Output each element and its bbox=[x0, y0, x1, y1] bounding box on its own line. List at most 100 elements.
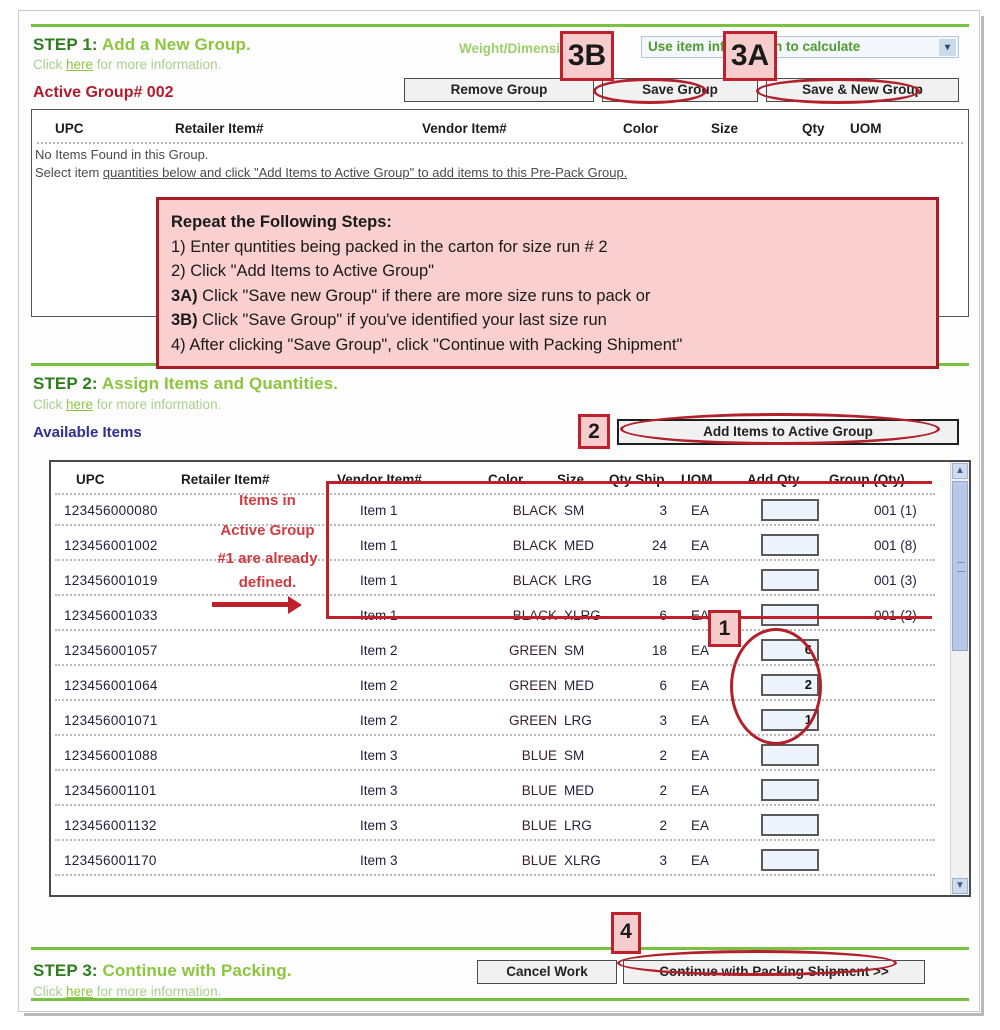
weight-dimensions-select[interactable]: Use item information to calculate ▾ bbox=[641, 36, 959, 58]
step1-sub-prefix: Click bbox=[33, 57, 66, 72]
annotation-note-line-4: defined. bbox=[238, 574, 297, 591]
cell-qty-ship: 6 bbox=[659, 678, 667, 693]
annotation-ellipse-continue bbox=[617, 950, 897, 976]
row-separator bbox=[55, 804, 935, 806]
cell-qty-ship: 3 bbox=[659, 853, 667, 868]
row-separator bbox=[55, 839, 935, 841]
available-items-label: Available Items bbox=[33, 424, 142, 441]
step3-help-link[interactable]: here bbox=[66, 984, 93, 999]
cell-upc: 123456000080 bbox=[64, 503, 158, 518]
step2-sub-suffix: for more information. bbox=[93, 397, 222, 412]
cancel-work-button[interactable]: Cancel Work bbox=[477, 960, 617, 984]
step1-help-link[interactable]: here bbox=[66, 57, 93, 72]
cell-qty-ship: 2 bbox=[659, 783, 667, 798]
cell-upc: 123456001002 bbox=[64, 538, 158, 553]
cell-uom: EA bbox=[691, 748, 710, 763]
step1-heading-prefix: STEP 1: bbox=[33, 35, 98, 54]
remove-group-button[interactable]: Remove Group bbox=[404, 78, 594, 102]
cell-color: GREEN bbox=[508, 643, 557, 658]
callout-line-4-num: 4) bbox=[171, 335, 186, 354]
cell-upc: 123456001132 bbox=[64, 818, 157, 833]
add-qty-input[interactable] bbox=[761, 744, 819, 766]
group-empty-message-2a: Select item bbox=[35, 165, 103, 180]
group-header-rule bbox=[37, 142, 963, 144]
add-qty-input[interactable] bbox=[761, 849, 819, 871]
cell-upc: 123456001064 bbox=[64, 678, 158, 693]
callout-title: Repeat the Following Steps: bbox=[171, 210, 936, 235]
callout-line-3a-num: 3A) bbox=[171, 286, 198, 305]
cell-size: LRG bbox=[564, 818, 592, 833]
group-empty-message-1: No Items Found in this Group. bbox=[35, 147, 209, 162]
step3-heading-text: Continue with Packing. bbox=[102, 961, 292, 980]
step1-heading-text: Add a New Group. bbox=[101, 35, 251, 54]
cell-uom: EA bbox=[691, 643, 710, 658]
cell-size: XLRG bbox=[564, 853, 601, 868]
scroll-down-icon[interactable]: ▼ bbox=[952, 878, 968, 894]
cell-vendor-item: Item 2 bbox=[360, 643, 398, 658]
cell-vendor-item: Item 3 bbox=[360, 783, 398, 798]
add-qty-input[interactable] bbox=[761, 814, 819, 836]
annotation-badge-3b: 3B bbox=[560, 31, 614, 81]
cell-vendor-item: Item 3 bbox=[360, 853, 398, 868]
step3-sub-suffix: for more information. bbox=[93, 984, 222, 999]
group-col-uom: UOM bbox=[850, 121, 882, 136]
annotation-badge-4: 4 bbox=[611, 912, 641, 954]
add-qty-input[interactable] bbox=[761, 779, 819, 801]
step2-heading-text: Assign Items and Quantities. bbox=[101, 374, 338, 393]
chevron-down-icon[interactable]: ▾ bbox=[939, 39, 956, 56]
cell-vendor-item: Item 3 bbox=[360, 818, 398, 833]
cell-size: LRG bbox=[564, 713, 592, 728]
step1-heading: STEP 1: Add a New Group. bbox=[33, 35, 251, 55]
step3-heading-prefix: STEP 3: bbox=[33, 961, 98, 980]
callout-line-4: 4) After clicking "Save Group", click "C… bbox=[171, 333, 936, 358]
cell-vendor-item: Item 3 bbox=[360, 748, 398, 763]
cell-color: BLUE bbox=[521, 783, 557, 798]
annotation-badge-1: 1 bbox=[708, 610, 741, 647]
cell-uom: EA bbox=[691, 853, 710, 868]
annotation-box-group1-items bbox=[326, 481, 932, 619]
scroll-up-icon[interactable]: ▲ bbox=[952, 463, 968, 479]
callout-line-1: 1) Enter quntities being packed in the c… bbox=[171, 235, 936, 260]
step3-heading: STEP 3: Continue with Packing. bbox=[33, 961, 292, 981]
callout-line-1-text: Enter quntities being packed in the cart… bbox=[185, 237, 608, 256]
cell-uom: EA bbox=[691, 678, 710, 693]
row-separator bbox=[55, 769, 935, 771]
cell-upc: 123456001057 bbox=[64, 643, 158, 658]
row-separator bbox=[55, 629, 935, 631]
cell-upc: 123456001071 bbox=[64, 713, 158, 728]
cell-size: SM bbox=[564, 643, 585, 658]
step1-sub-suffix: for more information. bbox=[93, 57, 222, 72]
annotation-badge-2: 2 bbox=[578, 414, 610, 449]
group-empty-message-2b: quantities below and click "Add Items to… bbox=[102, 165, 628, 180]
items-col-retailer-item: Retailer Item# bbox=[181, 472, 270, 487]
cell-color: BLUE bbox=[521, 748, 557, 763]
cell-vendor-item: Item 2 bbox=[360, 713, 398, 728]
step2-help-link[interactable]: here bbox=[66, 397, 93, 412]
cell-color: GREEN bbox=[508, 678, 557, 693]
cell-vendor-item: Item 2 bbox=[360, 678, 398, 693]
cell-size: MED bbox=[564, 678, 594, 693]
annotation-ellipse-save-new-group bbox=[756, 78, 920, 104]
cell-upc: 123456001033 bbox=[64, 608, 158, 623]
scrollbar-thumb[interactable] bbox=[952, 481, 968, 651]
annotation-ellipse-save-group bbox=[593, 78, 707, 104]
items-col-upc: UPC bbox=[76, 472, 105, 487]
instructions-callout: Repeat the Following Steps: 1) Enter qun… bbox=[156, 197, 939, 369]
step2-heading-prefix: STEP 2: bbox=[33, 374, 98, 393]
annotation-ellipse-add-items bbox=[620, 413, 940, 445]
annotation-note-line-2: Active Group bbox=[220, 522, 315, 539]
divider-step2-step3 bbox=[31, 947, 969, 950]
group-col-size: Size bbox=[711, 121, 739, 136]
page-shadow-right bbox=[981, 16, 984, 1016]
cell-uom: EA bbox=[691, 818, 710, 833]
callout-line-3a: 3A) Click "Save new Group" if there are … bbox=[171, 284, 936, 309]
group-col-qty: Qty bbox=[802, 121, 825, 136]
callout-line-1-num: 1) bbox=[171, 237, 186, 256]
row-separator bbox=[55, 874, 935, 876]
items-scrollbar[interactable]: ▲ ▼ bbox=[950, 462, 969, 895]
cell-size: SM bbox=[564, 748, 585, 763]
callout-line-2: 2) Click "Add Items to Active Group" bbox=[171, 259, 936, 284]
callout-line-3b: 3B) Click "Save Group" if you've identif… bbox=[171, 308, 936, 333]
cell-size: MED bbox=[564, 783, 594, 798]
cell-upc: 123456001088 bbox=[64, 748, 158, 763]
